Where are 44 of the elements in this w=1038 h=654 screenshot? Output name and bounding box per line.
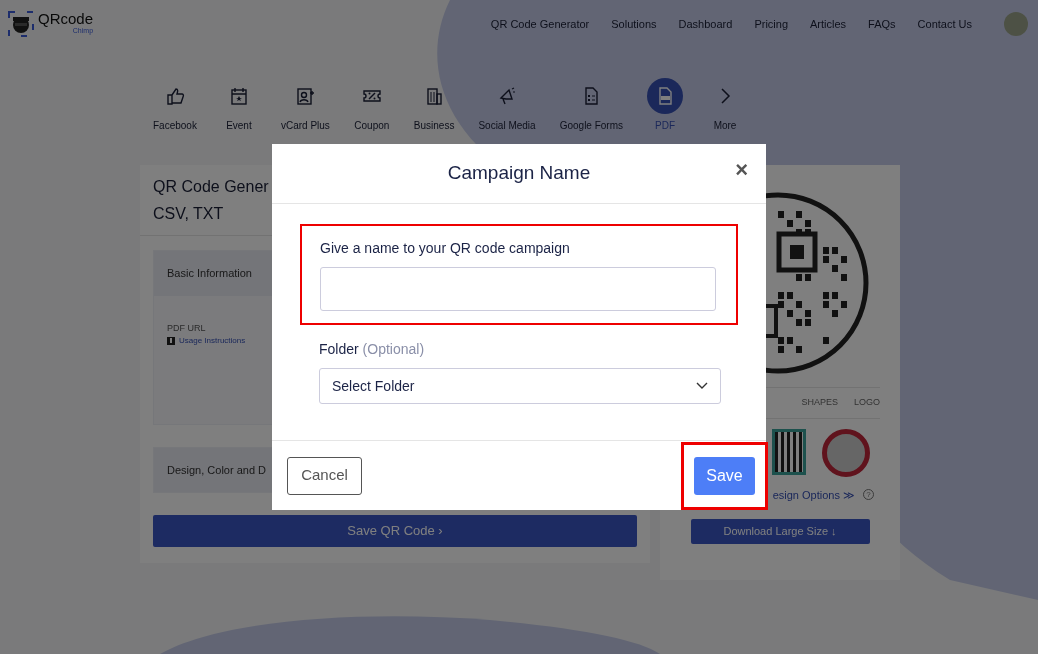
field-label: Give a name to your QR code campaign [320,239,571,258]
caret-icon [696,382,708,390]
cancel-button[interactable]: Cancel [287,456,362,495]
card-title: CSV, TXT [153,204,224,224]
logo-icon [8,11,34,37]
design-options-link[interactable]: esign Options ≫ [772,486,855,503]
thumbs-up-icon [164,86,185,106]
design-tab[interactable]: SHAPES [801,396,838,410]
design-tab[interactable]: LOGO [854,396,880,410]
category-tab[interactable]: Google Forms [547,78,636,133]
folder-select[interactable]: Select Folder [319,368,721,404]
category-tab[interactable]: Business [401,78,467,133]
contact-card-icon [295,86,316,106]
nav-link[interactable]: Dashboard [678,15,733,33]
nav-link[interactable]: Articles [810,15,847,33]
megaphone-icon [497,86,518,106]
card-title: QR Code Gener [153,177,269,197]
category-tab[interactable]: Coupon [341,78,402,133]
help-link[interactable]: Usage Instructions [179,335,246,347]
category-tab[interactable]: Facebook [141,78,209,133]
nav-link[interactable]: FAQs [868,15,896,33]
category-tab[interactable]: More [695,78,756,133]
save-button[interactable]: Save [694,456,755,495]
logo-title: QRcode [38,11,94,27]
save-qr-button[interactable]: Save QR Code › [153,515,637,547]
field-label: PDF URL [167,321,207,335]
field-label: Folder (Optional) [319,340,426,359]
calendar-icon [228,86,249,106]
close-button[interactable]: × [729,158,754,182]
nav-link[interactable]: Solutions [611,15,657,33]
nav-link[interactable]: Pricing [754,15,788,33]
qr-thumbnail[interactable] [822,428,870,477]
nav-link[interactable]: QR Code Generator [490,15,590,33]
building-icon [424,86,445,106]
book-icon [167,337,175,345]
download-button[interactable]: Download Large Size ↓ [690,519,870,544]
campaign-name-input[interactable] [320,267,716,311]
category-tab[interactable]: Social Media [466,78,548,133]
category-tab[interactable]: vCard Plus [268,78,342,133]
category-tab[interactable]: PDF [635,78,696,133]
nav-link[interactable]: Contact Us [917,15,972,33]
qr-thumbnail[interactable] [772,428,806,475]
category-tab[interactable]: Event [208,78,269,133]
dialog-title: Campaign Name [447,161,591,186]
